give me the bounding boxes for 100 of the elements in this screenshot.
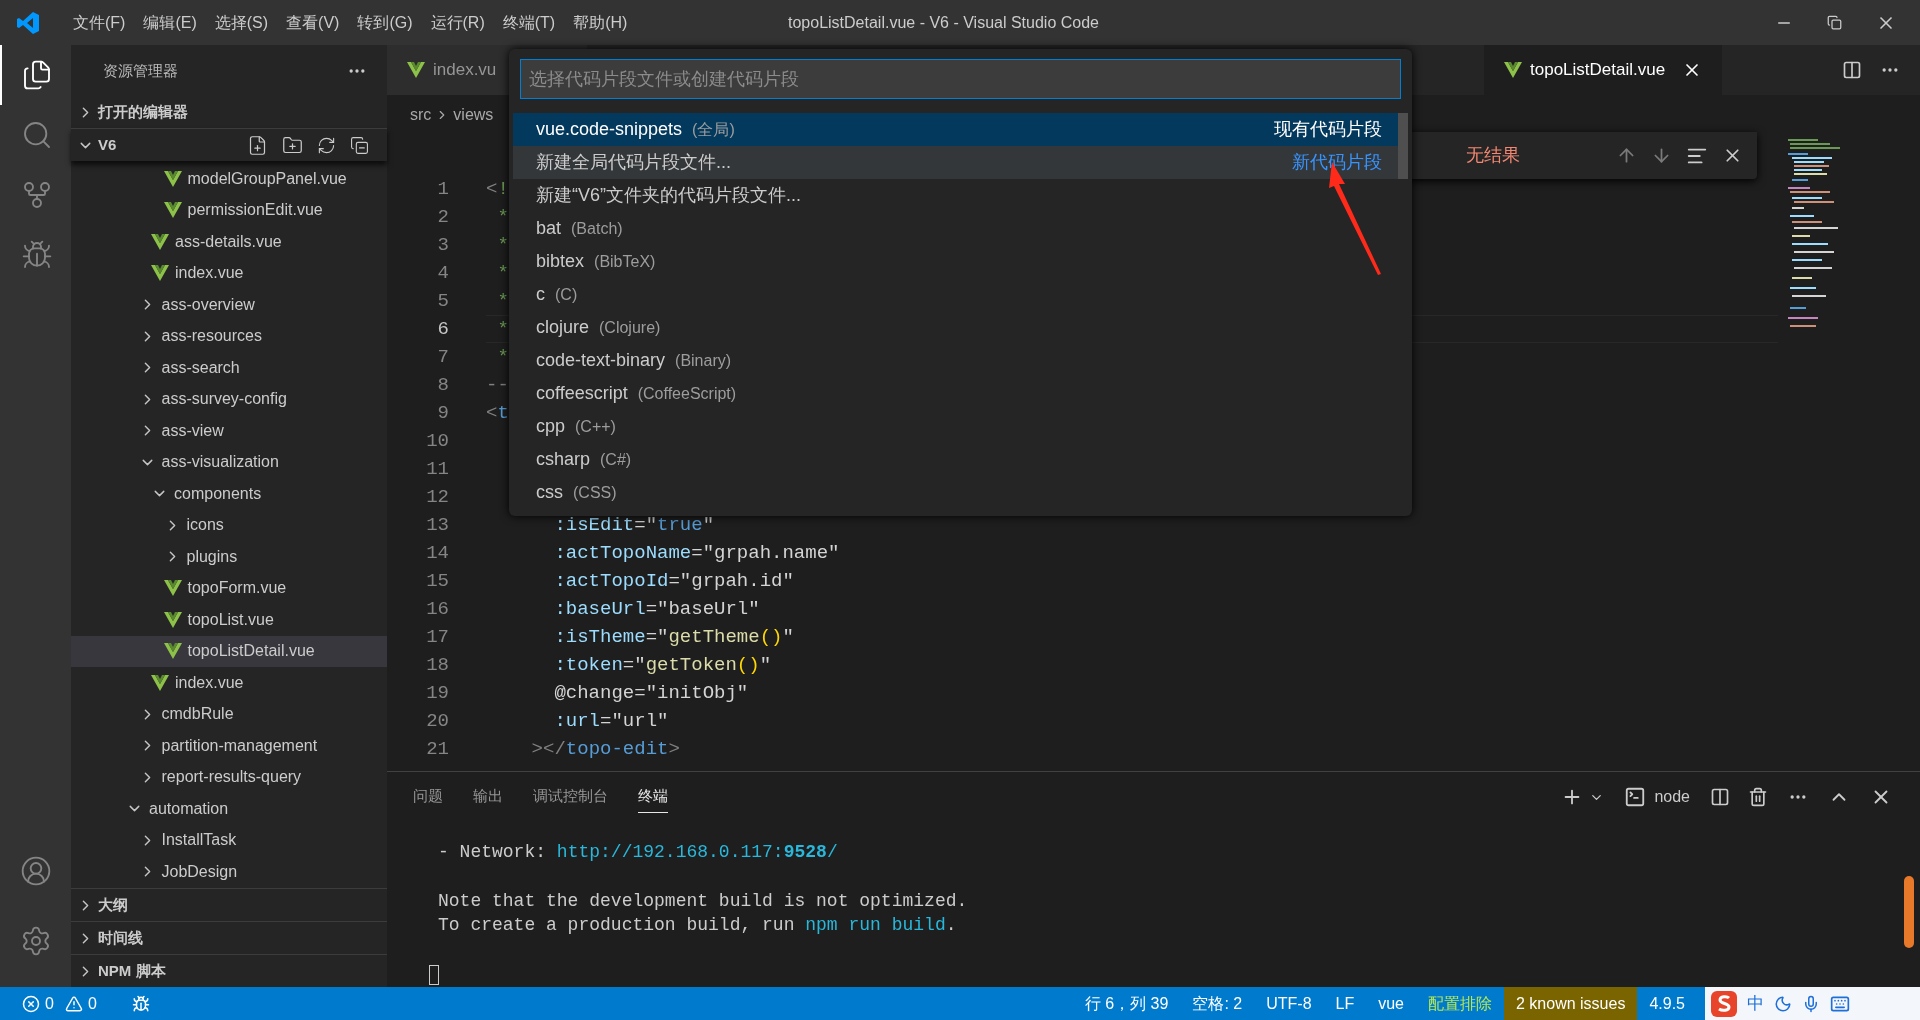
- list-item[interactable]: 新建全局代码片段文件... 新代码片段: [513, 146, 1398, 179]
- item-description: (Clojure): [599, 317, 661, 338]
- menu-item[interactable]: 文件(F): [64, 10, 135, 35]
- editor-tab[interactable]: topoListDetail.vue: [1484, 45, 1722, 95]
- line-number: 10: [425, 429, 449, 454]
- list-item[interactable]: bat (Batch): [513, 212, 1398, 245]
- tree-item[interactable]: plugins: [71, 541, 387, 573]
- tree-item[interactable]: JobDesign: [71, 856, 387, 888]
- tree-item[interactable]: permissionEdit.vue: [71, 194, 387, 226]
- list-item[interactable]: bibtex (BibTeX): [513, 245, 1398, 278]
- menu-item[interactable]: 终端(T): [493, 10, 565, 35]
- panel-tab[interactable]: 终端: [638, 781, 668, 813]
- trash-icon[interactable]: [1748, 787, 1768, 807]
- microphone-icon[interactable]: [1802, 994, 1820, 1013]
- tree-item[interactable]: ass-overview: [71, 289, 387, 321]
- code-line: *: [496, 204, 509, 230]
- vue-file-icon: [163, 643, 182, 660]
- list-item[interactable]: c (C): [513, 278, 1398, 311]
- tree-item[interactable]: icons: [71, 509, 387, 541]
- tree-item[interactable]: modelGroupPanel.vue: [71, 163, 387, 195]
- panel-tab[interactable]: 调试控制台: [533, 781, 608, 813]
- menu-item[interactable]: 运行(R): [421, 10, 494, 35]
- tree-item[interactable]: ass-search: [71, 352, 387, 384]
- menu-item[interactable]: 查看(V): [277, 10, 349, 35]
- status-item[interactable]: 空格: 2: [1180, 987, 1255, 1020]
- tree-item[interactable]: ass-survey-config: [71, 383, 387, 415]
- warning-icon[interactable]: [64, 994, 83, 1013]
- tree-item[interactable]: automation: [71, 793, 387, 825]
- menu-item[interactable]: 帮助(H): [564, 10, 637, 35]
- list-item[interactable]: css (CSS): [513, 476, 1398, 509]
- split-editor-icon[interactable]: [1842, 60, 1862, 80]
- tree-item[interactable]: InstallTask: [71, 824, 387, 856]
- tree-item[interactable]: ass-visualization: [71, 446, 387, 478]
- panel-tab[interactable]: 问题: [413, 781, 443, 813]
- item-description: (全局): [692, 119, 735, 140]
- moon-icon[interactable]: [1774, 994, 1792, 1013]
- new-folder-icon[interactable]: [282, 134, 303, 156]
- list-item[interactable]: coffeescript (CoffeeScript): [513, 377, 1398, 410]
- code-line: :actTopoId="grpah.id": [553, 568, 794, 594]
- list-item[interactable]: 新建“V6”文件夹的代码片段文件...: [513, 179, 1398, 212]
- code-line: :actTopoName="grpah.name": [553, 540, 840, 566]
- status-item[interactable]: 2 known issues: [1504, 987, 1638, 1020]
- tree-item[interactable]: ass-resources: [71, 320, 387, 352]
- error-icon[interactable]: [22, 994, 40, 1013]
- list-item[interactable]: csharp (C#): [513, 443, 1398, 476]
- scrollbar: [1398, 113, 1408, 179]
- tree-item[interactable]: ass-view: [71, 415, 387, 447]
- status-item[interactable]: UTF-8: [1254, 987, 1324, 1020]
- warning-count[interactable]: 0: [87, 991, 97, 1016]
- list-item[interactable]: cpp (C++): [513, 410, 1398, 443]
- tree-item[interactable]: components: [71, 478, 387, 510]
- menu-item[interactable]: 选择(S): [205, 10, 278, 35]
- item-description: (CoffeeScript): [637, 383, 737, 404]
- tree-item[interactable]: report-results-query: [71, 761, 387, 793]
- collapse-all-icon[interactable]: [350, 135, 369, 155]
- ime-logo-icon[interactable]: [1711, 990, 1737, 1017]
- tree-item[interactable]: index.vue: [71, 667, 387, 699]
- account-icon[interactable]: [19, 855, 52, 887]
- search-field[interactable]: 选择代码片段文件或创建代码片段: [520, 59, 1401, 99]
- debug-icon[interactable]: [131, 994, 150, 1013]
- menu-item[interactable]: 编辑(E): [134, 10, 206, 35]
- status-item[interactable]: 行 6，列 39: [1072, 987, 1181, 1020]
- run-debug-icon[interactable]: [20, 239, 53, 271]
- status-item[interactable]: vue: [1366, 987, 1416, 1020]
- terminal-name[interactable]: node: [1654, 785, 1690, 809]
- terminal-line: To create a production build, run npm run build.: [438, 914, 957, 938]
- tree-item[interactable]: partition-management: [71, 730, 387, 762]
- list-item[interactable]: vue.code-snippets (全局) 现有代码片段: [513, 113, 1398, 146]
- menu-item[interactable]: 转到(G): [348, 10, 422, 35]
- tree-item[interactable]: topoForm.vue: [71, 572, 387, 604]
- code-line: *: [496, 344, 509, 370]
- tree-item[interactable]: topoListDetail.vue: [71, 635, 387, 667]
- refresh-icon[interactable]: [317, 135, 336, 155]
- ime-mode[interactable]: 中: [1747, 990, 1764, 1017]
- status-item[interactable]: 4.9.5: [1637, 987, 1697, 1020]
- breadcrumb-item[interactable]: src: [410, 103, 432, 127]
- section-header[interactable]: V6: [71, 128, 387, 161]
- restore-icon[interactable]: [1827, 15, 1842, 30]
- line-number: 14: [425, 541, 449, 566]
- item-description: (C#): [600, 449, 632, 470]
- tree-item[interactable]: ass-details.vue: [71, 226, 387, 258]
- code-line: <!: [486, 176, 509, 202]
- breadcrumb-item[interactable]: views: [453, 103, 494, 127]
- list-item[interactable]: code-text-binary (Binary): [513, 344, 1398, 377]
- group-label: 现有代码片段: [1274, 118, 1382, 141]
- section-header[interactable]: 时间线: [71, 921, 387, 954]
- split-terminal-icon[interactable]: [1710, 787, 1730, 807]
- section-header[interactable]: 大纲: [71, 888, 387, 921]
- tree-item[interactable]: topoList.vue: [71, 604, 387, 636]
- list-item[interactable]: clojure (Clojure): [513, 311, 1398, 344]
- tree-item[interactable]: cmdbRule: [71, 698, 387, 730]
- panel-tab[interactable]: 输出: [473, 781, 503, 813]
- code-line: *: [496, 288, 509, 314]
- vue-file-icon: [151, 233, 169, 250]
- new-file-icon[interactable]: [247, 134, 268, 156]
- tree-item[interactable]: index.vue: [71, 257, 387, 289]
- code-line: @change="initObj": [553, 680, 749, 706]
- error-count[interactable]: 0: [45, 991, 54, 1016]
- section-header[interactable]: 打开的编辑器: [71, 97, 387, 128]
- status-item[interactable]: LF: [1323, 987, 1367, 1020]
